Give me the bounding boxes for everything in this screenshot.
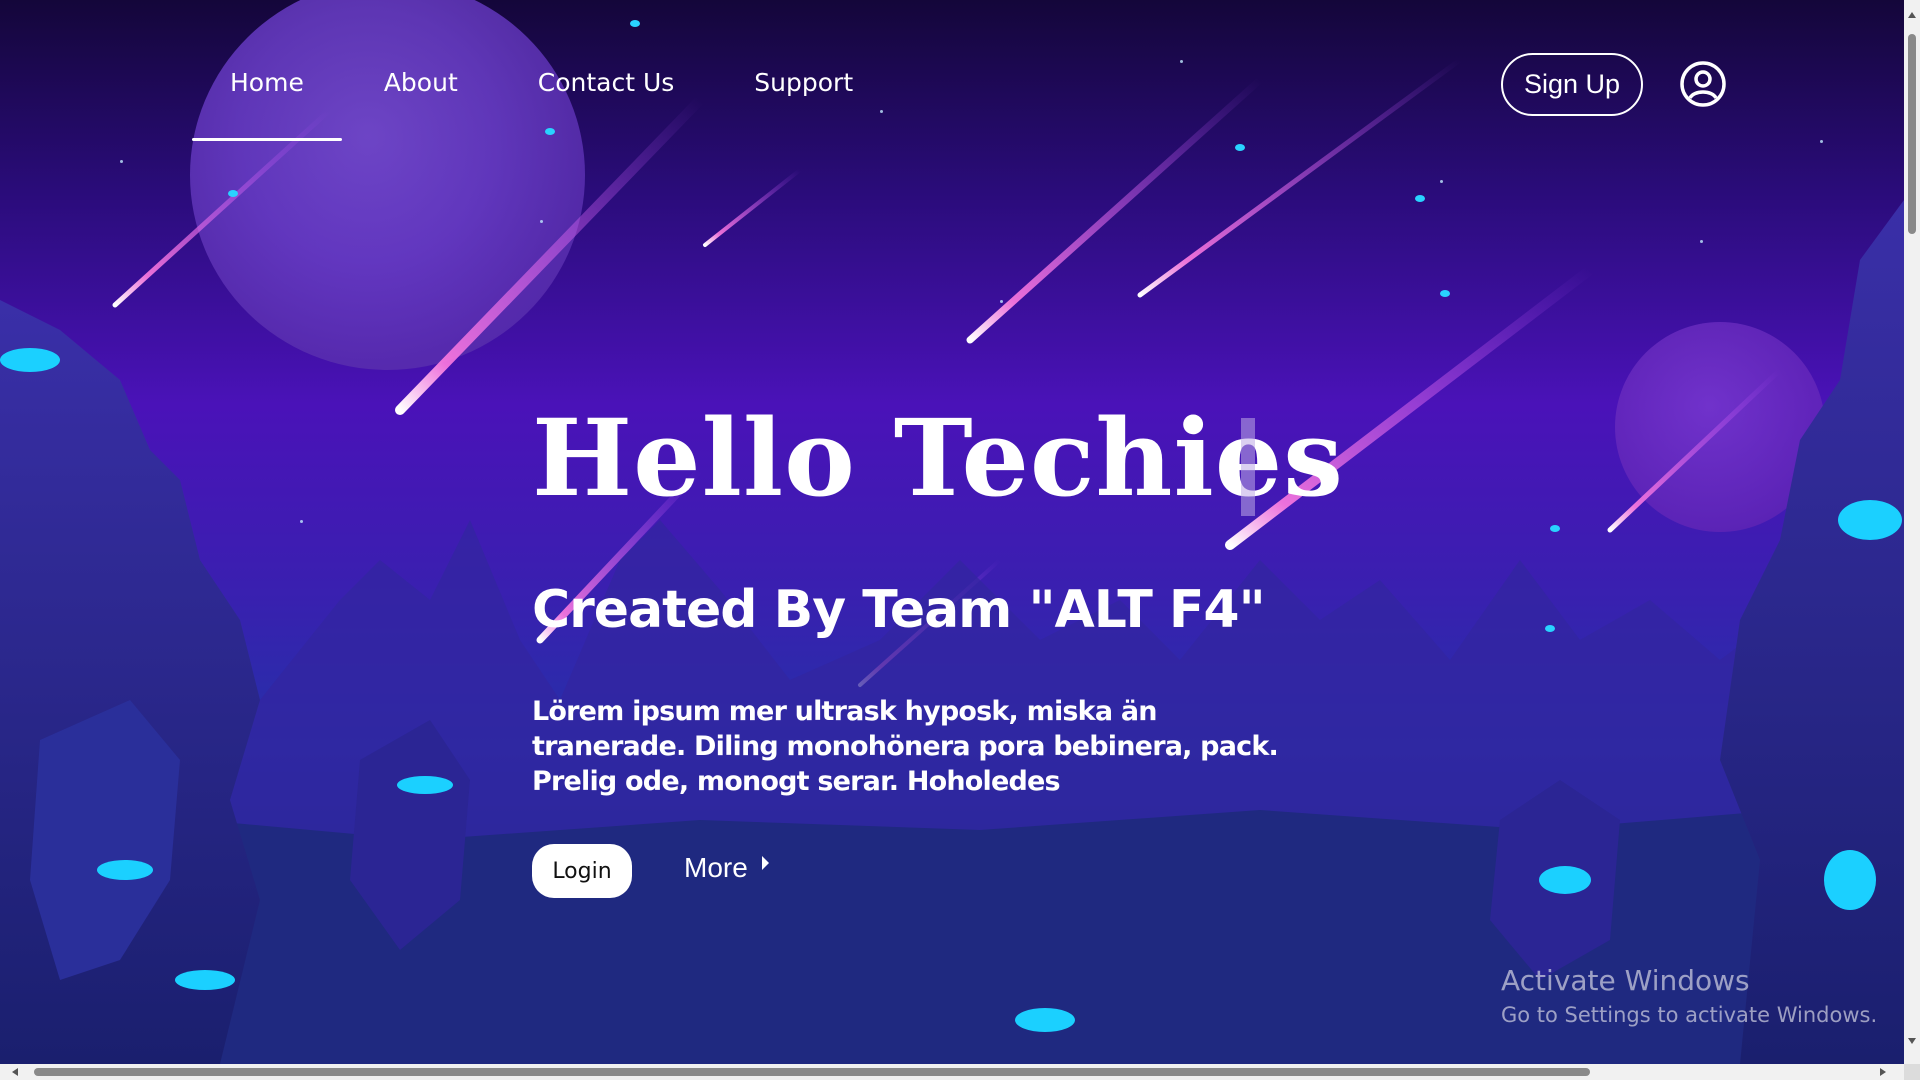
star <box>540 220 543 223</box>
nav-support[interactable]: Support <box>714 62 893 103</box>
main-nav: Home About Contact Us Support <box>190 62 893 141</box>
user-circle-icon[interactable] <box>1679 60 1727 108</box>
hero-description: Lörem ipsum mer ultrask hyposk, miska än… <box>532 696 1279 797</box>
hero-background: Home About Contact Us Support Sign Up He… <box>0 0 1904 1064</box>
vertical-scroll-thumb[interactable] <box>1908 34 1916 234</box>
sparkle <box>1235 144 1245 151</box>
watermark-title: Activate Windows <box>1501 964 1750 997</box>
more-button[interactable]: More <box>684 852 769 884</box>
sparkle <box>228 190 238 197</box>
sparkle <box>630 20 640 27</box>
caret-right-icon <box>761 856 769 870</box>
scroll-down-icon[interactable] <box>1908 1038 1916 1044</box>
star <box>1700 240 1703 243</box>
hero-title: Hello Techies <box>532 395 1344 520</box>
nav-about[interactable]: About <box>344 62 498 103</box>
star <box>1820 140 1823 143</box>
star <box>1180 60 1183 63</box>
more-label: More <box>684 852 748 883</box>
login-button[interactable]: Login <box>532 844 632 898</box>
scroll-up-icon[interactable] <box>1908 12 1916 18</box>
hero-subtitle: Created By Team "ALT F4" <box>532 580 1266 640</box>
horizontal-scroll-thumb[interactable] <box>34 1068 1590 1076</box>
vertical-scrollbar[interactable] <box>1904 0 1920 1064</box>
scroll-right-icon[interactable] <box>1880 1068 1886 1076</box>
watermark-subtitle: Go to Settings to activate Windows. <box>1501 1003 1878 1027</box>
sparkle <box>1440 290 1450 297</box>
star <box>300 520 303 523</box>
scrollbar-corner <box>1904 1064 1920 1080</box>
star <box>880 110 883 113</box>
nav-home[interactable]: Home <box>190 62 344 141</box>
star <box>1000 300 1003 303</box>
scroll-left-icon[interactable] <box>12 1068 18 1076</box>
scenery <box>0 57 1904 1064</box>
sparkle <box>1545 625 1555 632</box>
star <box>1440 180 1443 183</box>
sparkle <box>1550 525 1560 532</box>
typing-caret <box>1241 418 1255 516</box>
star <box>120 160 123 163</box>
sparkle <box>545 128 555 135</box>
signup-button[interactable]: Sign Up <box>1501 53 1643 116</box>
horizontal-scrollbar[interactable] <box>0 1064 1920 1080</box>
sparkle <box>1415 195 1425 202</box>
activate-windows-watermark: Activate Windows Go to Settings to activ… <box>1501 964 1877 1027</box>
nav-contact-us[interactable]: Contact Us <box>498 62 715 103</box>
